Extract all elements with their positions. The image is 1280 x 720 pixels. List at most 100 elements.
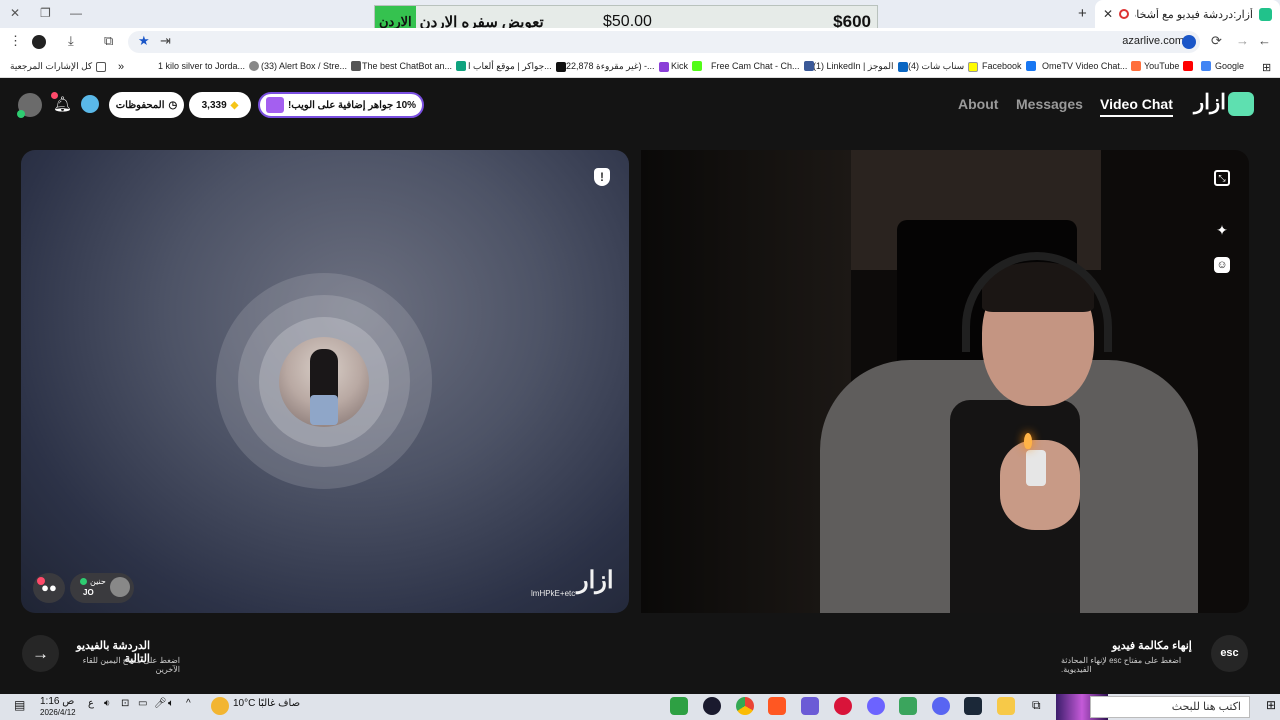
bookmark-item[interactable]: (4) سناب شات	[908, 61, 979, 72]
weather-temp[interactable]: 10°C	[233, 698, 255, 709]
weather-label[interactable]: صاف غالبًا	[258, 698, 300, 709]
reload-icon[interactable]: ⟳	[1211, 33, 1222, 49]
report-shield-icon[interactable]: !	[594, 168, 610, 186]
windows-start-icon[interactable]: ⊞	[1266, 698, 1276, 712]
profile-avatar[interactable]	[32, 35, 46, 49]
notifications-icon[interactable]: ▤	[14, 698, 25, 712]
clock-time[interactable]: 1:16 ص	[40, 696, 74, 707]
gem-icon: ◆	[230, 99, 239, 111]
session-id: lmHPkE+etc	[531, 589, 576, 598]
clock-date[interactable]: 2026/4/12	[40, 708, 76, 717]
magic-wand-icon[interactable]: ✦	[1214, 222, 1230, 238]
new-tab-icon[interactable]: +	[1078, 5, 1087, 22]
nav-about[interactable]: About	[958, 96, 998, 112]
bookmark-star-icon[interactable]: ★	[138, 33, 150, 49]
partner-avatar	[110, 577, 130, 597]
bookmark-item[interactable]: Free Cam Chat - Ch...	[711, 61, 814, 71]
face-filter-icon[interactable]: ☺	[1214, 257, 1230, 273]
bookmark-label: YouTube	[1144, 61, 1180, 71]
bookmark-item[interactable]: Facebook	[982, 61, 1036, 71]
site-info-icon[interactable]	[1182, 35, 1196, 49]
azar-logo-icon[interactable]	[1228, 92, 1254, 116]
app-icon-8[interactable]	[899, 697, 917, 715]
nav-video-chat[interactable]: Video Chat	[1100, 96, 1173, 117]
volume-icon[interactable]: 🔉︎	[104, 698, 110, 709]
network-icon[interactable]: ⊡	[121, 698, 129, 709]
app-icon-1[interactable]	[670, 697, 688, 715]
snapchat-icon	[968, 61, 979, 72]
google-icon	[1201, 61, 1211, 71]
mic-icon[interactable]: 🎤︎	[154, 698, 167, 709]
task-view-icon[interactable]: ⧉	[1032, 698, 1041, 713]
fullscreen-icon[interactable]: ⤡	[1214, 170, 1230, 186]
file-explorer-icon[interactable]	[997, 697, 1015, 715]
end-call-hint: اضغط على مفتاح esc لإنهاء المحادثة الفيد…	[1061, 656, 1182, 674]
bookmark-label: (1) LinkedIn | الموجز	[813, 61, 894, 71]
app-icon-7[interactable]	[867, 697, 885, 715]
restore-window-icon[interactable]: ❐	[40, 6, 51, 20]
bookmark-label: OmeTV Video Chat...	[1042, 61, 1128, 71]
promo-button[interactable]: 10% جواهر إضافية على الويب!	[258, 92, 424, 118]
saved-button[interactable]: المحفوظات ◷	[109, 92, 184, 118]
display-icon[interactable]: ▭	[138, 698, 147, 709]
close-tab-icon[interactable]: ✕	[1103, 7, 1113, 21]
ometv-icon	[1131, 61, 1142, 71]
bookmark-item[interactable]: Kick	[671, 61, 703, 71]
saved-label: المحفوظات	[115, 99, 165, 111]
chat-bubble-icon[interactable]	[81, 95, 99, 113]
steam-icon[interactable]	[964, 697, 982, 715]
app-icon-2[interactable]	[703, 697, 721, 715]
bookmark-item[interactable]: OmeTV Video Chat...	[1042, 61, 1142, 71]
bookmark-item[interactable]: Google	[1201, 61, 1244, 71]
video-flame	[1024, 433, 1032, 449]
chrome-icon[interactable]	[736, 697, 754, 715]
brave-icon[interactable]	[768, 697, 786, 715]
tray-expand-icon[interactable]: ^	[186, 698, 191, 709]
recording-icon	[1119, 9, 1130, 19]
gems-button[interactable]: 3,339 ◆	[189, 92, 251, 118]
tab-title: أزار:دردشة فيديو مع أشخاص	[1135, 8, 1253, 21]
bookmark-label: Google	[1215, 61, 1245, 71]
bookmark-label: 22,878 غير مقروءة) -...	[566, 61, 655, 71]
taskbar-search-input[interactable]: اكتب هنا للبحث	[1090, 696, 1250, 718]
bookmark-item[interactable]: جواكر | موقع ألعاب ا...	[468, 61, 566, 72]
menu-icon[interactable]: ⋮	[9, 33, 22, 49]
clock-icon: ◷	[168, 99, 178, 111]
minimize-window-icon[interactable]: —	[70, 6, 82, 20]
partner-online-dot	[80, 578, 87, 585]
install-app-icon[interactable]: ⇥	[160, 33, 171, 49]
opera-icon[interactable]	[834, 697, 852, 715]
next-chat-button[interactable]: →	[22, 635, 59, 672]
close-window-icon[interactable]: ✕	[10, 6, 20, 20]
app-logo[interactable]: ازار	[1194, 90, 1226, 115]
forward-icon[interactable]: →	[1236, 33, 1249, 48]
azar-favicon-icon	[1259, 7, 1272, 21]
download-icon[interactable]: ⤓	[68, 33, 74, 49]
partner-country: JO	[83, 588, 94, 597]
more-bookmarks-icon[interactable]: »	[118, 61, 124, 73]
online-status-dot	[17, 110, 25, 118]
language-indicator[interactable]: ع	[88, 698, 94, 709]
azar-watermark: ازار	[577, 567, 614, 594]
back-icon[interactable]: ←	[1258, 33, 1271, 48]
end-call-button[interactable]: esc	[1211, 635, 1248, 672]
weather-icon	[211, 697, 229, 715]
app-icon-5[interactable]	[801, 697, 819, 715]
bookmark-item[interactable]: 22,878 غير مقروءة) -...	[566, 61, 669, 72]
speaker-icon[interactable]: 🔈︎	[168, 698, 174, 709]
url-field[interactable]	[128, 31, 1200, 53]
discord-icon[interactable]	[932, 697, 950, 715]
nav-messages[interactable]: Messages	[1016, 96, 1083, 112]
all-bookmarks-item[interactable]: كل الإشارات المرجعية	[10, 61, 107, 72]
bookmark-item[interactable]: 1 kilo silver to Jorda...	[158, 61, 260, 71]
extensions-icon[interactable]: ⧉	[104, 33, 113, 49]
bookmark-label: (33) Alert Box / Stre...	[261, 61, 348, 71]
bookmark-item[interactable]: (33) Alert Box / Stre...	[261, 61, 362, 71]
bookmark-item[interactable]: The best ChatBot an...	[362, 61, 467, 71]
bookmark-item[interactable]: YouTube	[1144, 61, 1194, 71]
silver-icon	[249, 61, 260, 71]
bookmark-item[interactable]: (1) LinkedIn | الموجز	[813, 61, 908, 72]
chat-badge	[37, 577, 45, 585]
apps-grid-icon[interactable]: ⊞	[1262, 61, 1271, 74]
browser-tab-active[interactable]: أزار:دردشة فيديو مع أشخاص ✕	[1095, 0, 1280, 28]
